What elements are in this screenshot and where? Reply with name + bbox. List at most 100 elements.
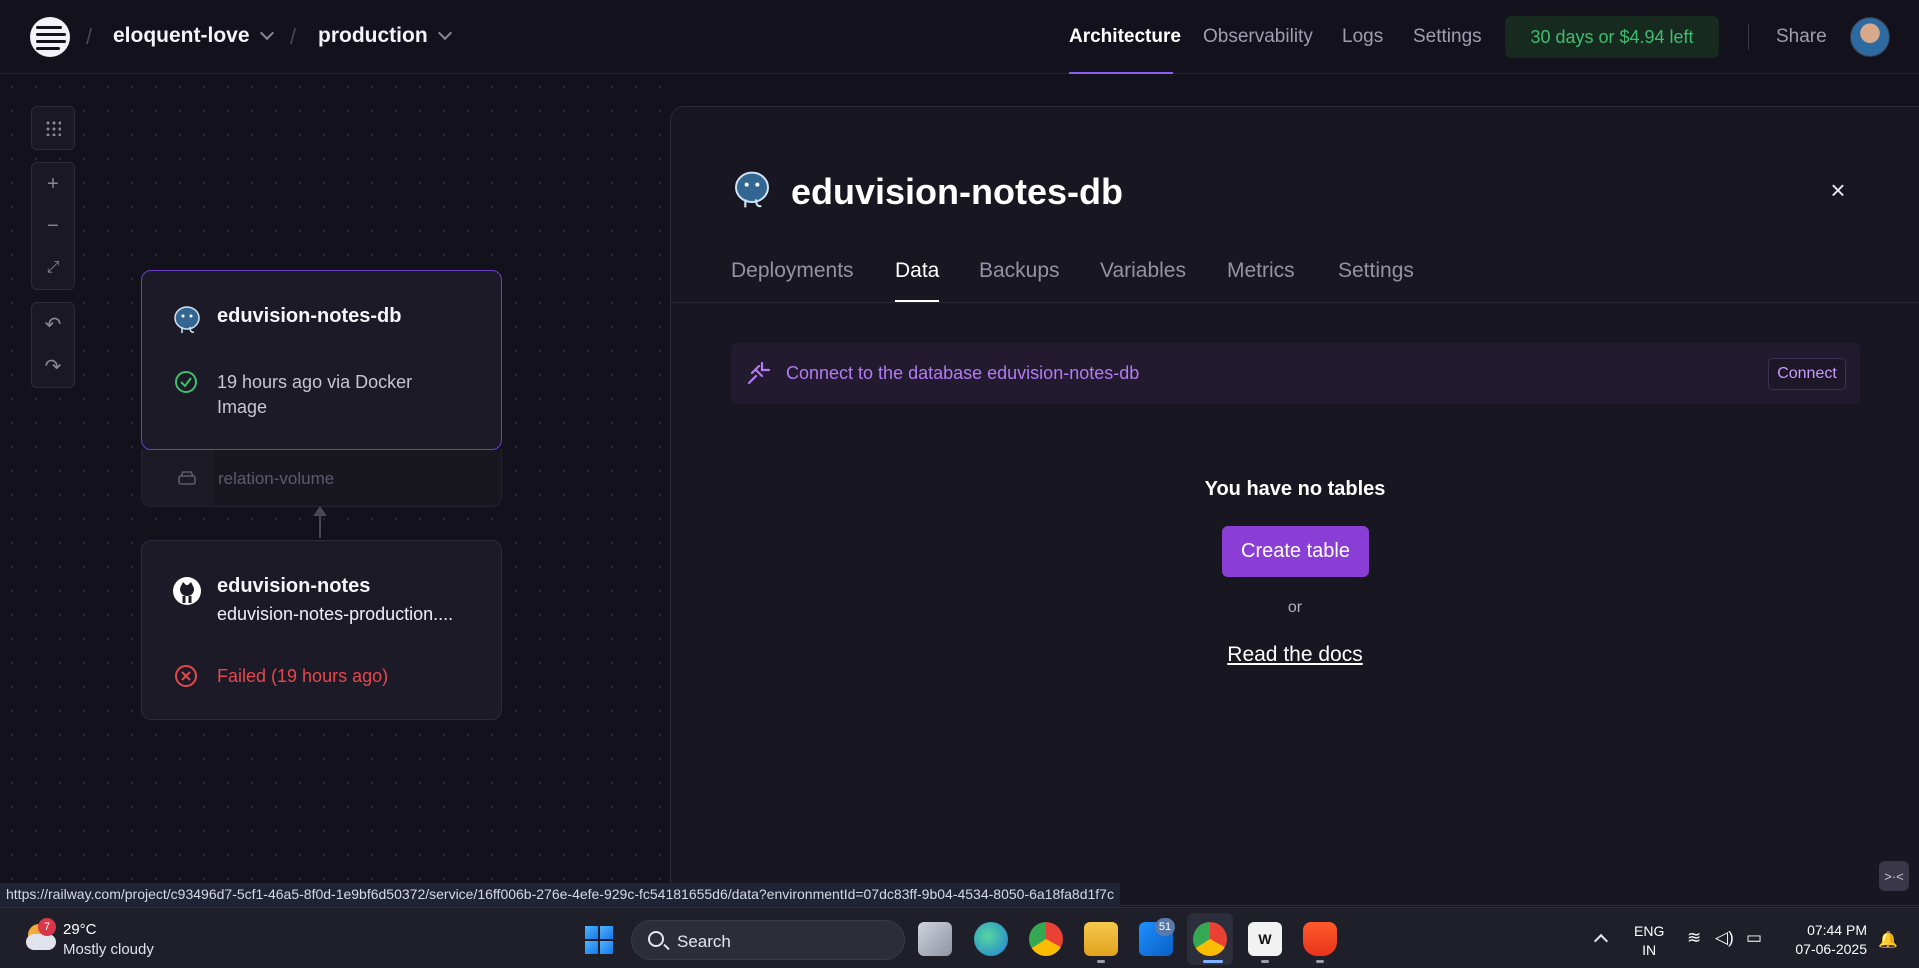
postgres-icon — [174, 306, 200, 333]
empty-state-title: You have no tables — [1204, 478, 1386, 500]
tab-backups[interactable]: Backups — [979, 259, 1060, 283]
close-panel-button[interactable]: × — [1827, 177, 1849, 203]
volume-icon[interactable]: ◁) — [1715, 928, 1734, 948]
canvas-grid-toggle-group — [31, 106, 75, 150]
tab-deployments[interactable]: Deployments — [731, 259, 854, 283]
help-button[interactable]: >·< — [1879, 861, 1909, 891]
undo-button[interactable]: ↶ — [32, 303, 74, 345]
breadcrumb-separator: / — [290, 24, 297, 49]
share-button[interactable]: Share — [1776, 26, 1827, 48]
windows-taskbar: 7 29°C Mostly cloudy Search 51 W ENG IN … — [0, 907, 1919, 968]
language-code: ENG — [1634, 923, 1665, 939]
create-table-button[interactable]: Create table — [1222, 526, 1369, 577]
chevron-down-icon — [437, 25, 452, 41]
service-card-app[interactable]: eduvision-notes eduvision-notes-producti… — [141, 540, 502, 720]
running-indicator — [1097, 960, 1105, 963]
tab-settings[interactable]: Settings — [1338, 259, 1414, 283]
project-name: eloquent-love — [113, 24, 250, 47]
connect-button[interactable]: Connect — [1768, 358, 1846, 390]
running-indicator — [1316, 960, 1324, 963]
divider — [1748, 24, 1749, 50]
service-name: eduvision-notes-db — [217, 305, 402, 327]
disk-icon — [178, 471, 196, 485]
or-separator: or — [1287, 599, 1303, 616]
read-docs-link: Read the docs — [671, 643, 1919, 667]
chevron-up-icon[interactable] — [1593, 933, 1609, 949]
redo-icon: ↷ — [44, 355, 62, 378]
panel-title: eduvision-notes-db — [791, 171, 1123, 212]
deploy-status-line1: 19 hours ago via Docker — [217, 372, 413, 392]
service-detail-panel — [670, 106, 1919, 906]
user-avatar[interactable] — [1850, 17, 1890, 57]
environment-name: production — [318, 24, 428, 47]
file-explorer-icon[interactable] — [1084, 922, 1118, 956]
active-nav-indicator — [1069, 72, 1173, 74]
project-selector[interactable]: eloquent-love — [113, 24, 274, 48]
grid-view-button[interactable] — [32, 107, 74, 149]
search-label: Search — [677, 932, 731, 951]
system-clock[interactable]: 07:44 PM 07-06-2025 — [1787, 921, 1867, 959]
chat-icon: >·< — [1884, 868, 1904, 884]
deploy-status: Failed (19 hours ago) — [217, 666, 389, 686]
history-controls: ↶ ↷ — [31, 302, 75, 388]
temperature: 29°C — [63, 921, 97, 938]
outlook-badge: 51 — [1155, 918, 1175, 936]
railway-logo[interactable] — [30, 17, 70, 57]
notion-like-app-icon[interactable]: W — [1248, 922, 1282, 956]
clock-time: 07:44 PM — [1807, 922, 1867, 938]
arrow-up-icon — [313, 506, 327, 516]
language-indicator[interactable]: ENG IN — [1634, 922, 1664, 960]
expand-icon: ⤢ — [46, 259, 60, 276]
postgres-icon — [735, 171, 769, 208]
undo-icon: ↶ — [44, 313, 62, 336]
volume-attachment[interactable]: relation-volume — [141, 449, 502, 507]
running-indicator — [1261, 960, 1269, 963]
tab-variables[interactable]: Variables — [1100, 259, 1186, 283]
breadcrumb-separator: / — [86, 24, 93, 49]
fit-view-button[interactable]: ⤢ — [32, 247, 74, 289]
clock-date: 07-06-2025 — [1795, 941, 1867, 957]
error-circle-icon — [175, 665, 197, 687]
nav-observability[interactable]: Observability — [1203, 26, 1313, 48]
close-icon: × — [1830, 175, 1846, 205]
nav-logs[interactable]: Logs — [1342, 26, 1383, 48]
environment-selector[interactable]: production — [318, 24, 452, 48]
chrome-profile-icon[interactable] — [1193, 922, 1227, 956]
trial-badge[interactable]: 30 days or $4.94 left — [1505, 16, 1719, 58]
notification-bell-icon[interactable]: 🔔 — [1878, 930, 1898, 950]
read-docs-link-text[interactable]: Read the docs — [1227, 643, 1362, 666]
windows-start-icon[interactable] — [585, 926, 613, 954]
service-card-db[interactable]: eduvision-notes-db 19 hours ago via Dock… — [141, 270, 502, 450]
region-code: IN — [1642, 942, 1657, 958]
zoom-out-button[interactable]: − — [32, 205, 74, 247]
brave-icon[interactable] — [1303, 922, 1337, 956]
chrome-icon[interactable] — [1029, 922, 1063, 956]
volume-name: relation-volume — [218, 469, 335, 488]
github-icon — [173, 577, 201, 605]
redo-button[interactable]: ↷ — [32, 345, 74, 387]
nav-architecture[interactable]: Architecture — [1069, 26, 1181, 48]
connect-message: Connect to the database eduvision-notes-… — [786, 363, 1140, 383]
edge-icon[interactable] — [974, 922, 1008, 956]
task-view-icon[interactable] — [918, 922, 952, 956]
wifi-icon[interactable]: ≋ — [1687, 928, 1701, 948]
chevron-down-icon — [259, 25, 274, 41]
tab-data[interactable]: Data — [895, 259, 939, 283]
weather-condition: Mostly cloudy — [63, 941, 154, 958]
volume-icon-box — [142, 449, 214, 506]
status-url-bar: https://railway.com/project/c93496d7-5cf… — [0, 883, 1120, 907]
active-indicator — [1203, 960, 1223, 963]
weather-badge: 7 — [38, 918, 56, 936]
deploy-status-line2: Image — [217, 397, 268, 417]
tab-metrics[interactable]: Metrics — [1227, 259, 1295, 283]
taskbar-search[interactable]: Search — [631, 920, 905, 960]
zoom-in-button[interactable]: + — [32, 163, 74, 205]
nav-settings[interactable]: Settings — [1413, 26, 1482, 48]
connect-banner: Connect to the database eduvision-notes-… — [731, 343, 1860, 404]
check-circle-icon — [175, 371, 197, 393]
search-icon — [648, 931, 664, 947]
plus-icon: + — [47, 172, 59, 195]
battery-icon[interactable]: ▭ — [1746, 928, 1762, 948]
service-domain[interactable]: eduvision-notes-production.... — [217, 602, 453, 627]
grid-icon — [45, 120, 61, 136]
